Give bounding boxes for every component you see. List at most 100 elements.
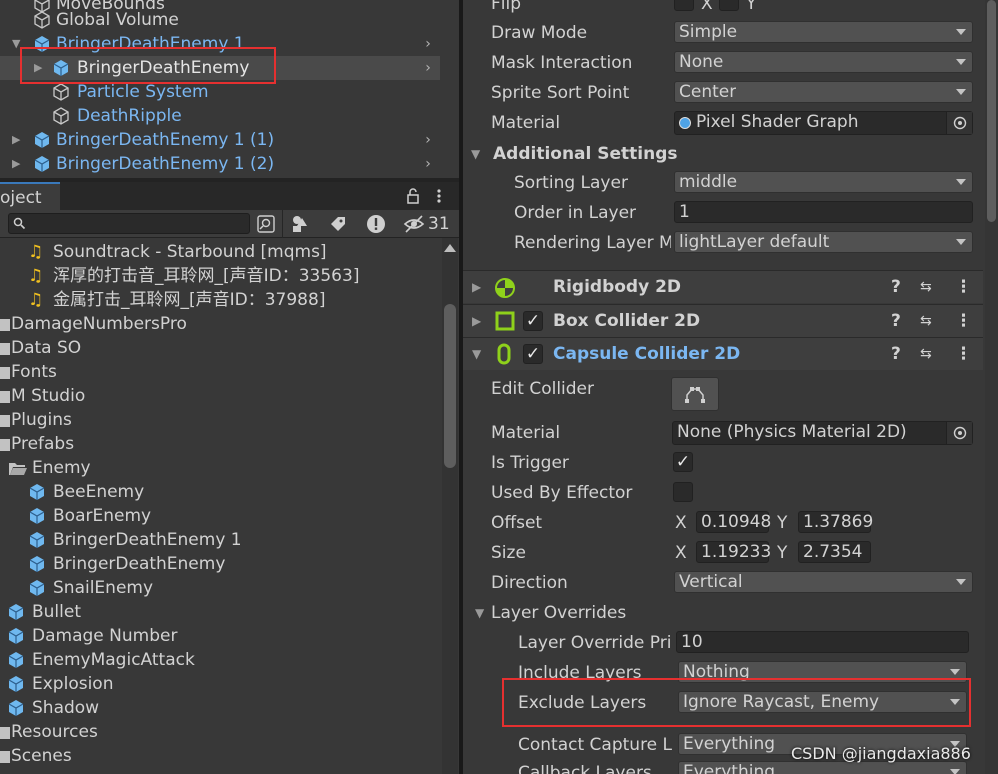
- hierarchy-item[interactable]: ▶ BringerDeathEnemy 1 (2) ›: [0, 152, 440, 176]
- shader-material-icon: [679, 117, 691, 129]
- size-x-input[interactable]: 1.19233: [696, 541, 771, 563]
- layer-override-priority-input[interactable]: 10: [676, 631, 969, 653]
- presets-icon[interactable]: ⇆: [920, 342, 932, 366]
- chevron-right-icon[interactable]: ›: [420, 36, 436, 52]
- list-item[interactable]: SnailEnemy: [0, 576, 440, 600]
- edit-collider-button[interactable]: [671, 377, 719, 411]
- flip-y-checkbox[interactable]: [719, 0, 739, 11]
- flip-x-checkbox[interactable]: [674, 0, 694, 11]
- list-item[interactable]: BoarEnemy: [0, 504, 440, 528]
- project-scrollbar-thumb[interactable]: [444, 304, 456, 468]
- hierarchy-item[interactable]: ▶ BringerDeathEnemy 1 (1) ›: [0, 128, 440, 152]
- list-item[interactable]: BringerDeathEnemy: [0, 552, 440, 576]
- folder-item-label: Enemy: [32, 458, 91, 478]
- fold-closed-icon[interactable]: ▶: [12, 128, 26, 152]
- hierarchy-item[interactable]: Global Volume: [0, 8, 440, 32]
- list-item[interactable]: ♫ 金属打击_耳聆网_[声音ID：37988]: [0, 288, 440, 312]
- list-item[interactable]: EnemyMagicAttack: [0, 648, 440, 672]
- list-item[interactable]: BringerDeathEnemy 1: [0, 528, 440, 552]
- list-item[interactable]: Damage Number: [0, 624, 440, 648]
- box-collider-enabled-checkbox[interactable]: ✓: [523, 311, 543, 331]
- folder-item[interactable]: Scenes: [0, 744, 440, 768]
- list-item-label: 金属打击_耳聆网_[声音ID：37988]: [53, 290, 326, 310]
- sorting-layer-value: middle: [679, 172, 738, 192]
- search-scope-icon[interactable]: [254, 212, 278, 236]
- folder-item[interactable]: DamageNumbersPro: [0, 312, 440, 336]
- size-y-input[interactable]: 2.7354: [798, 541, 871, 563]
- rendering-layer-dropdown[interactable]: lightLayer default: [674, 231, 973, 253]
- offset-y-input[interactable]: 1.37869: [798, 511, 873, 533]
- is-trigger-checkbox[interactable]: ✓: [673, 452, 693, 472]
- folder-item[interactable]: Data SO: [0, 336, 440, 360]
- folder-item[interactable]: Prefabs: [0, 432, 440, 456]
- draw-mode-dropdown[interactable]: Simple: [674, 21, 973, 43]
- folder-item-label: Plugins: [11, 410, 72, 430]
- rigidbody-2d-title: Rigidbody 2D: [553, 277, 682, 297]
- foldout-closed-icon[interactable]: ▶: [472, 275, 481, 299]
- search-input[interactable]: [8, 213, 250, 234]
- direction-dropdown[interactable]: Vertical: [674, 571, 973, 593]
- dropdown-arrow-icon: [956, 239, 966, 245]
- rigidbody-2d-header[interactable]: ▶ Rigidbody 2D ? ⇆ ⋮: [463, 270, 983, 303]
- inspector-scrollbar-thumb[interactable]: [987, 0, 996, 222]
- folder-item[interactable]: M Studio: [0, 384, 440, 408]
- sprite-sort-point-dropdown[interactable]: Center: [674, 81, 973, 103]
- folder-item[interactable]: Plugins: [0, 408, 440, 432]
- folder-item[interactable]: Enemy: [0, 456, 440, 480]
- scroll-up-icon[interactable]: [444, 244, 456, 252]
- list-item[interactable]: Shadow: [0, 696, 440, 720]
- order-in-layer-input[interactable]: 1: [674, 201, 973, 223]
- box-collider-2d-header[interactable]: ▶ ✓ Box Collider 2D ? ⇆ ⋮: [463, 304, 983, 337]
- tab-project[interactable]: oject: [0, 182, 60, 210]
- folder-item[interactable]: Resources: [0, 720, 440, 744]
- presets-icon[interactable]: ⇆: [920, 309, 932, 333]
- dropdown-arrow-icon: [950, 669, 960, 675]
- chevron-right-icon[interactable]: ›: [420, 60, 436, 76]
- additional-settings-header[interactable]: Additional Settings: [493, 142, 678, 166]
- help-icon[interactable]: ?: [891, 342, 901, 366]
- fold-closed-icon[interactable]: ▶: [12, 152, 26, 176]
- list-item[interactable]: Explosion: [0, 672, 440, 696]
- warning-icon[interactable]: [364, 212, 388, 236]
- offset-x-input[interactable]: 0.10948: [696, 511, 771, 533]
- list-item-label: Soundtrack - Starbound [mqms]: [53, 242, 327, 262]
- sorting-layer-dropdown[interactable]: middle: [674, 171, 973, 193]
- help-icon[interactable]: ?: [891, 275, 901, 299]
- mask-interaction-dropdown[interactable]: None: [674, 51, 973, 73]
- hierarchy-item[interactable]: DeathRipple: [0, 104, 440, 128]
- list-item[interactable]: BeeEnemy: [0, 480, 440, 504]
- kebab-menu-icon[interactable]: [432, 188, 446, 204]
- foldout-open-icon[interactable]: ▼: [471, 142, 480, 166]
- hierarchy-item-label: Global Volume: [56, 10, 179, 30]
- chevron-right-icon[interactable]: ›: [420, 132, 436, 148]
- capsule-collider-2d-header[interactable]: ▼ ✓ Capsule Collider 2D ? ⇆ ⋮: [463, 337, 983, 370]
- filter-by-label-icon[interactable]: [326, 212, 350, 236]
- material-object-field[interactable]: Pixel Shader Graph: [674, 111, 973, 135]
- mask-interaction-value: None: [679, 52, 724, 72]
- object-picker-button[interactable]: [946, 112, 972, 134]
- filter-by-type-icon[interactable]: [288, 212, 312, 236]
- object-picker-button[interactable]: [946, 422, 972, 444]
- component-menu-icon[interactable]: ⋮: [955, 309, 972, 333]
- callback-layers-label: Callback Layers: [518, 763, 652, 774]
- capsule-collider-enabled-checkbox[interactable]: ✓: [523, 344, 543, 364]
- component-menu-icon[interactable]: ⋮: [955, 342, 972, 366]
- list-item[interactable]: ♫ Soundtrack - Starbound [mqms]: [0, 240, 440, 264]
- list-item[interactable]: Bullet: [0, 600, 440, 624]
- lock-icon[interactable]: [406, 188, 420, 204]
- foldout-closed-icon[interactable]: ▶: [472, 309, 481, 333]
- sprite-sort-point-label: Sprite Sort Point: [491, 83, 630, 103]
- presets-icon[interactable]: ⇆: [920, 275, 932, 299]
- used-by-effector-checkbox[interactable]: [673, 482, 693, 502]
- foldout-open-icon[interactable]: ▼: [472, 342, 481, 366]
- list-item[interactable]: ♫ 浑厚的打击音_耳聆网_[声音ID：33563]: [0, 264, 440, 288]
- help-icon[interactable]: ?: [891, 309, 901, 333]
- chevron-right-icon[interactable]: ›: [420, 156, 436, 172]
- layer-overrides-header[interactable]: Layer Overrides: [491, 601, 626, 625]
- physics-material-field[interactable]: None (Physics Material 2D): [672, 421, 973, 445]
- component-menu-icon[interactable]: ⋮: [955, 275, 972, 299]
- hidden-packages-icon[interactable]: [402, 212, 426, 236]
- foldout-open-icon[interactable]: ▼: [475, 601, 484, 625]
- folder-item[interactable]: Fonts: [0, 360, 440, 384]
- flip-x-label: X: [701, 0, 713, 14]
